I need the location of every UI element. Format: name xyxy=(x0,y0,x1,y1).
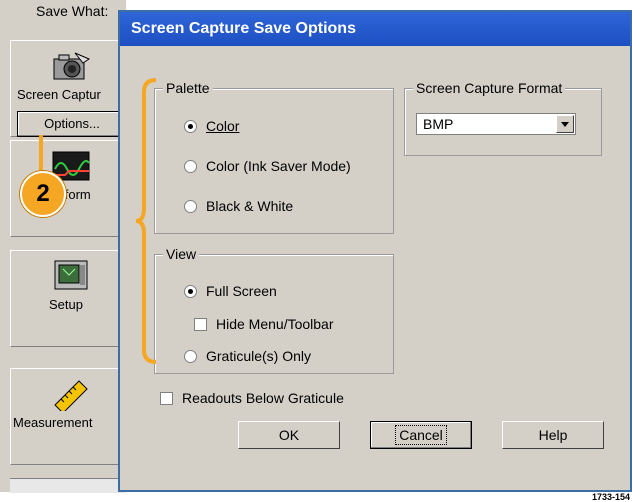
format-select[interactable]: BMP xyxy=(416,113,576,135)
palette-ink-saver-radio[interactable]: Color (Ink Saver Mode) xyxy=(184,158,351,174)
radio-icon xyxy=(184,349,197,363)
save-what-label: Save What: xyxy=(36,3,109,19)
format-select-value: BMP xyxy=(423,116,454,132)
cancel-label: Cancel xyxy=(395,425,447,445)
measurement-ruler-icon xyxy=(54,380,88,411)
dialog-titlebar[interactable]: Screen Capture Save Options xyxy=(120,12,630,46)
chevron-down-icon[interactable] xyxy=(556,115,574,133)
cancel-button[interactable]: Cancel xyxy=(370,421,472,449)
figure-caption: 1733-154 xyxy=(591,492,630,502)
ok-button[interactable]: OK xyxy=(238,421,340,449)
checkbox-icon xyxy=(160,391,173,405)
graticule-only-radio[interactable]: Graticule(s) Only xyxy=(184,348,311,364)
palette-black-white-label: Black & White xyxy=(206,198,294,214)
full-screen-radio[interactable]: Full Screen xyxy=(184,283,277,299)
callout-bracket xyxy=(135,78,157,364)
checkbox-icon xyxy=(194,317,207,331)
nav-label: Screen Captur xyxy=(17,87,101,102)
readouts-below-graticule-label: Readouts Below Graticule xyxy=(182,390,344,406)
full-screen-label: Full Screen xyxy=(206,283,277,299)
nav-label: Measurement xyxy=(13,415,93,430)
hide-menu-toolbar-checkbox[interactable]: Hide Menu/Toolbar xyxy=(194,316,334,332)
status-field xyxy=(10,478,126,493)
format-legend: Screen Capture Format xyxy=(413,80,566,96)
readouts-below-graticule-checkbox[interactable]: Readouts Below Graticule xyxy=(160,390,344,406)
camera-icon xyxy=(53,52,91,80)
callout-badge: 2 xyxy=(20,171,66,217)
nav-setup[interactable]: Setup xyxy=(10,250,127,347)
radio-selected-icon xyxy=(184,119,197,133)
radio-selected-icon xyxy=(184,284,197,298)
radio-icon xyxy=(184,199,197,213)
palette-black-white-radio[interactable]: Black & White xyxy=(184,198,293,214)
hide-menu-toolbar-label: Hide Menu/Toolbar xyxy=(216,316,334,332)
radio-icon xyxy=(184,159,197,173)
graticule-only-label: Graticule(s) Only xyxy=(206,348,312,364)
palette-color-radio[interactable]: Color xyxy=(184,118,239,134)
screen-capture-save-options-dialog: Screen Capture Save Options Palette Colo… xyxy=(118,10,632,492)
palette-ink-saver-label: Color (Ink Saver Mode) xyxy=(206,158,351,174)
palette-color-label: Color xyxy=(206,118,240,134)
help-button[interactable]: Help xyxy=(502,421,604,449)
options-button[interactable]: Options... xyxy=(17,111,127,137)
callout-connector xyxy=(39,135,43,173)
setup-icon xyxy=(54,260,88,290)
view-legend: View xyxy=(163,246,200,262)
palette-legend: Palette xyxy=(163,80,213,96)
nav-measurement[interactable]: Measurement xyxy=(10,368,127,465)
dialog-title: Screen Capture Save Options xyxy=(131,20,356,37)
